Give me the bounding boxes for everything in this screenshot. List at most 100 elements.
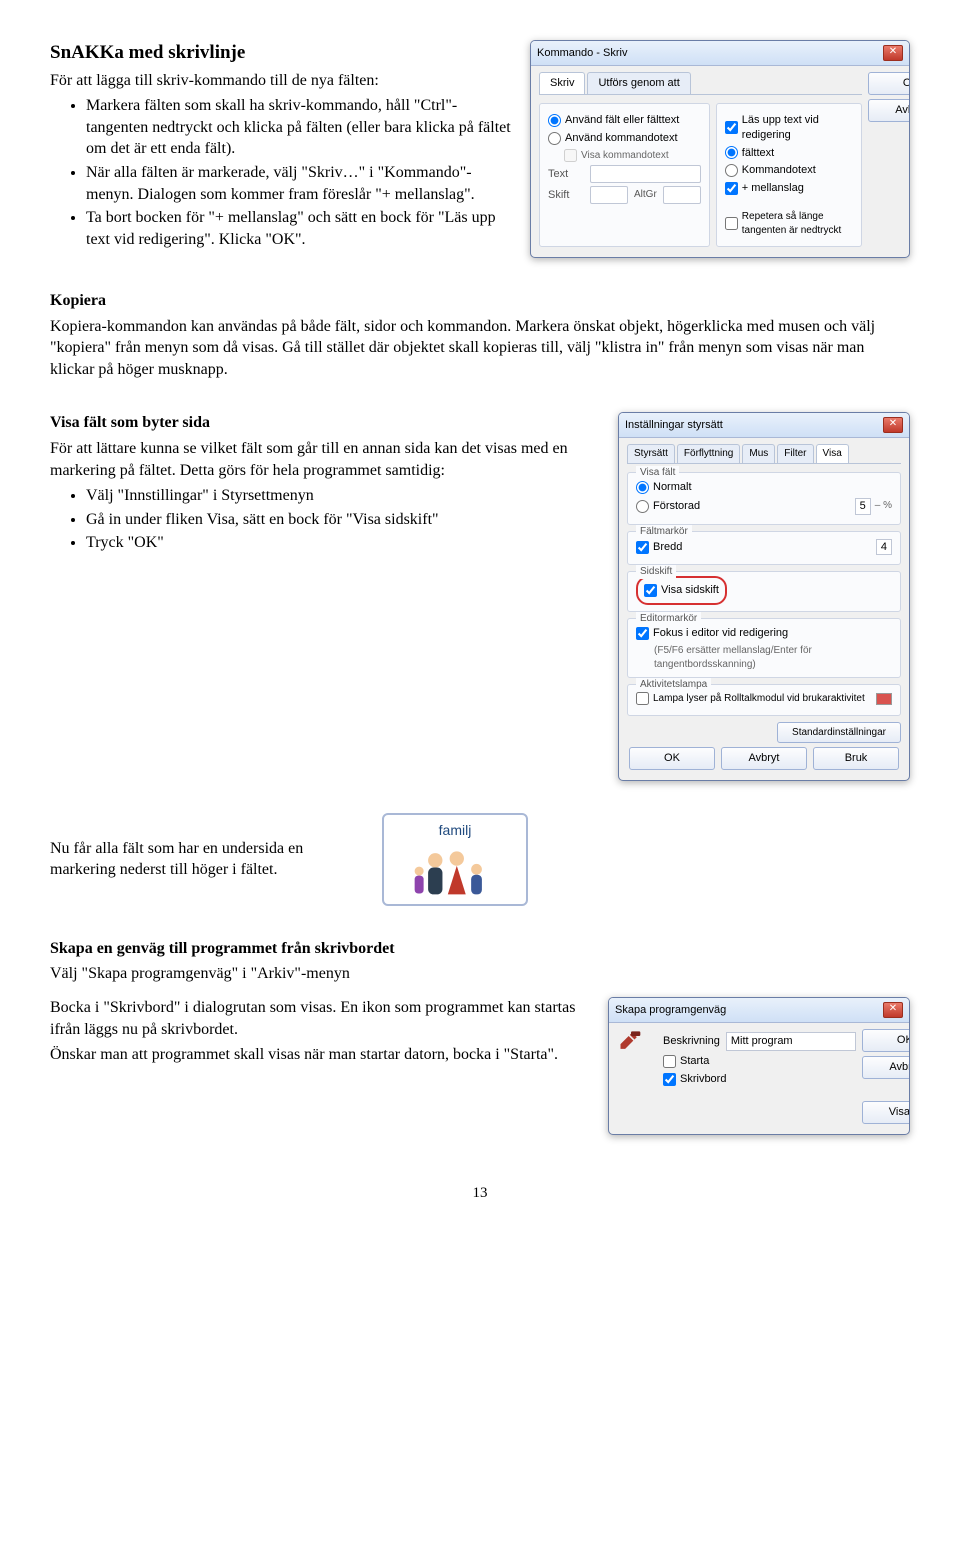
bullet-list: Välj "Innstillingar" i Styrsettmenyn Gå … (86, 485, 606, 554)
altgr-field[interactable] (663, 186, 701, 204)
checkbox-label: + mellanslag (742, 181, 804, 196)
section-text: Bocka i "Skrivbord" i dialogrutan som vi… (50, 997, 596, 1066)
section-visa-falt: Visa fält som byter sida För att lättare… (50, 412, 910, 781)
checkbox-label: Fokus i editor vid redigering (653, 626, 788, 641)
radio-label: Använd kommandotext (565, 131, 678, 146)
hammer-icon (617, 1029, 645, 1057)
skift-label: Skift (548, 188, 584, 203)
group-title: Visa fält (636, 466, 679, 480)
tab-visa[interactable]: Visa (816, 444, 849, 463)
text-field[interactable] (590, 165, 701, 183)
list-item: När alla fälten är markerade, välj "Skri… (86, 162, 518, 205)
radio-anvand-falt[interactable]: Använd fält eller fälttext (548, 113, 701, 128)
cancel-button[interactable]: Avbryt (868, 99, 910, 122)
skift-field[interactable] (590, 186, 628, 204)
check-starta[interactable]: Starta (663, 1054, 856, 1069)
fokus-subtext: (F5/F6 ersätter mellanslag/Enter för tan… (654, 644, 892, 671)
beskrivning-field[interactable]: Mitt program (726, 1032, 856, 1051)
check-visa-sidskift[interactable]: Visa sidskift (644, 583, 719, 598)
list-item: Tryck "OK" (86, 532, 606, 554)
beskrivning-label: Beskrivning (663, 1034, 720, 1049)
familj-figure: familj (382, 813, 528, 906)
std-button[interactable]: Standardinställningar (777, 722, 901, 744)
list-item: Välj "Innstillingar" i Styrsettmenyn (86, 485, 606, 507)
section-text: SnAKKa med skrivlinje För att lägga till… (50, 40, 518, 252)
visa-button[interactable]: Visa… (862, 1101, 910, 1124)
tab-mus[interactable]: Mus (742, 444, 775, 463)
radio-label: Normalt (653, 480, 692, 495)
dialog-titlebar: Skapa programgenväg ✕ (609, 998, 909, 1023)
section-header: Visa fält som byter sida (50, 412, 606, 434)
tab-strip: Styrsätt Förflyttning Mus Filter Visa (627, 444, 901, 464)
check-visa-kommandotext[interactable]: Visa kommandotext (564, 149, 701, 163)
close-icon[interactable]: ✕ (883, 1002, 903, 1018)
section-genvag: Skapa en genväg till programmet från skr… (50, 938, 910, 1135)
cancel-button[interactable]: Avbryt (721, 747, 807, 770)
page-number: 13 (50, 1183, 910, 1203)
check-las-upp[interactable]: Läs upp text vid redigering (725, 113, 853, 143)
checkbox-label: Lampa lyser på Rolltalkmodul vid brukara… (653, 692, 865, 706)
section-familj-note: Nu får alla fält som har en undersida en… (50, 813, 910, 906)
check-bredd[interactable]: Bredd 4 (636, 539, 892, 556)
forstorad-value[interactable]: 5 (855, 498, 871, 515)
check-lampa[interactable]: Lampa lyser på Rolltalkmodul vid brukara… (636, 692, 892, 706)
dialog-title-text: Kommando - Skriv (537, 46, 627, 61)
body-line: Bocka i "Skrivbord" i dialogrutan som vi… (50, 997, 596, 1040)
section-kopiera: Kopiera Kopiera-kommandon kan användas p… (50, 290, 910, 380)
ok-button[interactable]: OK (629, 747, 715, 770)
check-repetera[interactable]: Repetera så länge tangenten är nedtryckt (725, 210, 853, 237)
close-icon[interactable]: ✕ (883, 45, 903, 61)
checkbox-label: Bredd (653, 540, 682, 555)
cancel-button[interactable]: Avbryt (862, 1056, 910, 1079)
checkbox-label: Repetera så länge tangenten är nedtryckt (742, 210, 853, 237)
radio-falttext[interactable]: fälttext (725, 146, 853, 161)
group-title: Sidskift (636, 565, 676, 579)
list-item: Ta bort bocken för "+ mellanslag" och sä… (86, 207, 518, 250)
group-title: Fältmarkör (636, 525, 692, 539)
tab-styrsatt[interactable]: Styrsätt (627, 444, 675, 463)
close-icon[interactable]: ✕ (883, 417, 903, 433)
dialog-titlebar: Kommando - Skriv ✕ (531, 41, 909, 66)
percent-label: – % (875, 499, 892, 513)
dialog-title-text: Inställningar styrsätt (625, 418, 723, 433)
section-skrivlinje: SnAKKa med skrivlinje För att lägga till… (50, 40, 910, 258)
highlight-circle: Visa sidskift (636, 576, 727, 605)
bruk-button[interactable]: Bruk (813, 747, 899, 770)
body-line: Önskar man att programmet skall visas nä… (50, 1044, 596, 1066)
ok-button[interactable]: OK (868, 72, 910, 95)
familj-label: familj (390, 821, 520, 840)
radio-label: Förstorad (653, 499, 700, 514)
dialog-titlebar: Inställningar styrsätt ✕ (619, 413, 909, 438)
radio-label: fälttext (742, 146, 774, 161)
tab-strip: Skriv Utförs genom att (539, 72, 862, 95)
dialog-installningar: Inställningar styrsätt ✕ Styrsätt Förfly… (618, 412, 910, 781)
tab-filter[interactable]: Filter (777, 444, 813, 463)
bullet-list: Markera fälten som skall ha skriv-komman… (86, 95, 518, 250)
bredd-value[interactable]: 4 (876, 539, 892, 556)
familj-image (390, 840, 520, 898)
radio-forstorad[interactable]: Förstorad 5 – % (636, 498, 892, 515)
text-label: Text (548, 167, 584, 182)
tab-forflyttning[interactable]: Förflyttning (677, 444, 740, 463)
radio-label: Använd fält eller fälttext (565, 113, 679, 128)
tab-skriv[interactable]: Skriv (539, 72, 585, 94)
section-intro: För att lägga till skriv-kommando till d… (50, 70, 518, 92)
check-fokus[interactable]: Fokus i editor vid redigering (636, 626, 892, 641)
checkbox-label: Skrivbord (680, 1072, 726, 1087)
ok-button[interactable]: OK (862, 1029, 910, 1052)
radio-anvand-kommandotext[interactable]: Använd kommandotext (548, 131, 701, 146)
checkbox-label: Visa kommandotext (581, 149, 669, 163)
dialog-skapa-genvag: Skapa programgenväg ✕ Beskrivning Mitt p… (608, 997, 910, 1135)
radio-kommandotext[interactable]: Kommandotext (725, 163, 853, 178)
radio-normalt[interactable]: Normalt (636, 480, 892, 495)
checkbox-label: Visa sidskift (661, 583, 719, 598)
section-text: Visa fält som byter sida För att lättare… (50, 412, 606, 556)
checkbox-label: Starta (680, 1054, 709, 1069)
body-line: Välj "Skapa programgenväg" i "Arkiv"-men… (50, 963, 910, 985)
check-skrivbord[interactable]: Skrivbord (663, 1072, 856, 1087)
altgr-label: AltGr (634, 188, 657, 202)
tab-utfors[interactable]: Utförs genom att (587, 72, 690, 94)
section-intro: För att lättare kunna se vilket fält som… (50, 438, 606, 481)
check-mellanslag[interactable]: + mellanslag (725, 181, 853, 196)
section-header: Skapa en genväg till programmet från skr… (50, 938, 910, 960)
